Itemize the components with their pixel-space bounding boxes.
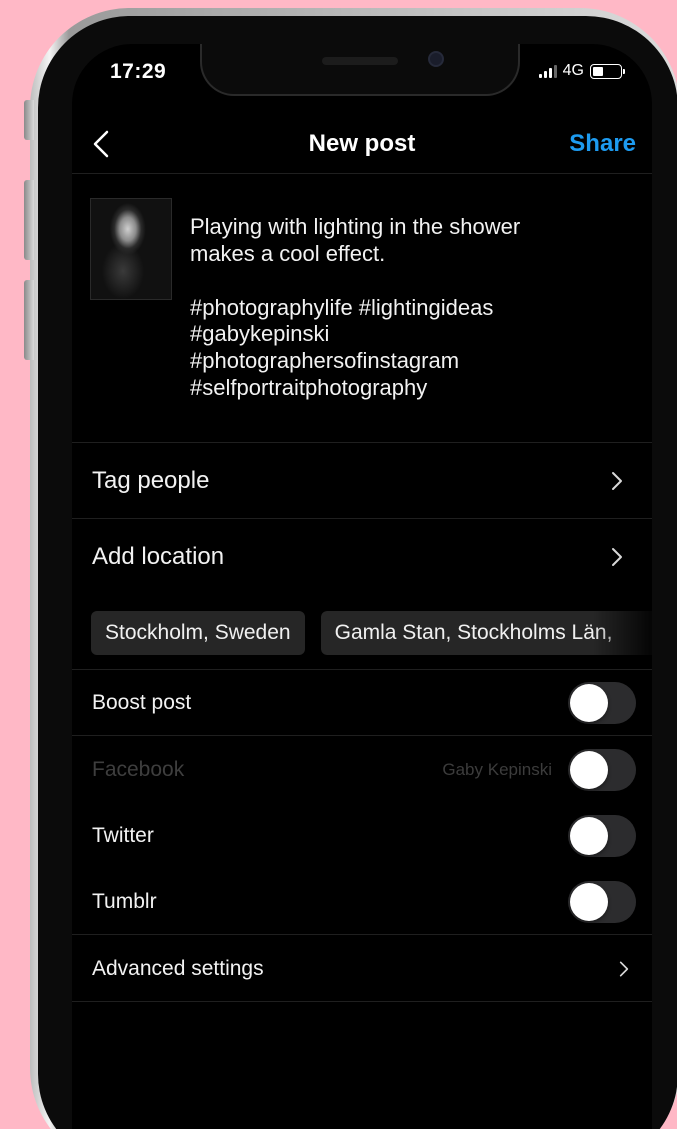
chevron-right-icon bbox=[612, 548, 622, 566]
boost-post-label: Boost post bbox=[92, 690, 192, 714]
network-type: 4G bbox=[562, 62, 584, 79]
location-suggestions: Stockholm, Sweden Gamla Stan, Stockholms… bbox=[91, 611, 652, 655]
caption-input[interactable]: Playing with lighting in the shower make… bbox=[190, 214, 632, 402]
facebook-label: Facebook bbox=[92, 758, 185, 781]
chevron-right-icon bbox=[612, 471, 622, 490]
status-indicators: 4G bbox=[538, 62, 625, 80]
hashtag-line: #photographersofinstagram bbox=[190, 348, 460, 374]
twitter-toggle[interactable] bbox=[568, 815, 636, 857]
caption-section: Playing with lighting in the shower make… bbox=[72, 174, 652, 443]
advanced-settings-row[interactable]: Advanced settings bbox=[72, 936, 652, 1002]
twitter-label: Twitter bbox=[92, 824, 154, 847]
tag-people-label: Tag people bbox=[92, 466, 210, 494]
tumblr-row: Tumblr bbox=[72, 869, 652, 935]
battery-icon bbox=[590, 63, 625, 79]
hashtag-line: #selfportraitphotography bbox=[190, 375, 428, 401]
twitter-row: Twitter bbox=[72, 803, 652, 869]
caption-line: Playing with lighting in the shower bbox=[190, 214, 521, 239]
location-chip[interactable]: Gamla Stan, Stockholms Län, bbox=[320, 611, 652, 655]
speaker bbox=[322, 57, 398, 65]
share-button[interactable]: Share bbox=[569, 130, 636, 158]
volume-up-button bbox=[24, 180, 34, 260]
facebook-row: Facebook Gaby Kepinski bbox=[72, 737, 652, 803]
advanced-settings-label: Advanced settings bbox=[92, 956, 264, 980]
volume-down-button bbox=[24, 280, 34, 360]
hashtag-line: #gabykepinski bbox=[190, 321, 330, 347]
facebook-toggle[interactable] bbox=[568, 749, 636, 791]
tumblr-toggle[interactable] bbox=[568, 880, 636, 923]
chevron-right-icon bbox=[619, 961, 629, 976]
screen: 17:29 4G New post Share Playing with lig… bbox=[72, 44, 652, 1129]
add-location-row[interactable]: Add location bbox=[72, 519, 652, 595]
hashtag-line: #photographylife #lightingideas bbox=[190, 294, 494, 320]
boost-post-row: Boost post bbox=[72, 670, 652, 736]
facebook-account-name: Gaby Kepinski bbox=[442, 760, 552, 779]
location-chip[interactable]: Stockholm, Sweden bbox=[91, 611, 305, 655]
signal-icon bbox=[538, 64, 557, 78]
post-thumbnail[interactable] bbox=[90, 198, 172, 300]
mute-switch bbox=[24, 100, 34, 140]
tumblr-label: Tumblr bbox=[92, 889, 157, 913]
add-location-label: Add location bbox=[92, 543, 225, 570]
page-title: New post bbox=[308, 130, 416, 157]
notch bbox=[200, 44, 520, 96]
status-time: 17:29 bbox=[110, 60, 167, 83]
caption-line: makes a cool effect. bbox=[190, 240, 386, 266]
nav-header: New post Share bbox=[72, 114, 652, 174]
tag-people-row[interactable]: Tag people bbox=[72, 443, 652, 519]
boost-post-toggle[interactable] bbox=[568, 681, 636, 724]
front-camera bbox=[428, 51, 444, 67]
